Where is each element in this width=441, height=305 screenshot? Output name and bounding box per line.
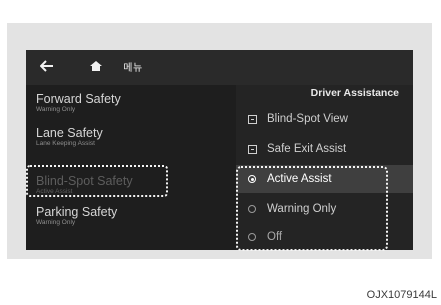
menu-item-lane-safety[interactable]: Lane Safety Lane Keeping Assist (36, 126, 221, 148)
option-blind-spot-view[interactable]: Blind-Spot View (236, 105, 413, 133)
menu-button[interactable]: 메뉴 (120, 56, 146, 76)
assist-options-callout (236, 166, 388, 251)
checkbox-icon (247, 144, 257, 154)
menu-item-subtitle: Lane Keeping Assist (36, 140, 95, 147)
home-button[interactable] (83, 56, 109, 76)
menu-item-forward-safety[interactable]: Forward Safety Warning Only (36, 92, 221, 114)
home-icon (90, 61, 102, 71)
menu-item-parking-safety[interactable]: Parking Safety Warning Only (36, 205, 221, 227)
option-label: Blind-Spot View (267, 113, 348, 125)
checkbox-icon (247, 114, 257, 124)
figure-caption: OJX1079144L (366, 289, 437, 301)
blind-spot-safety-callout (26, 165, 168, 197)
top-bar: 메뉴 (26, 50, 413, 85)
menu-item-title: Lane Safety (36, 126, 103, 140)
menu-item-subtitle: Warning Only (36, 106, 76, 113)
arrow-left-icon (40, 60, 53, 72)
menu-item-subtitle: Warning Only (36, 219, 76, 226)
panel-title: Driver Assistance (236, 87, 413, 103)
menu-label: 메뉴 (123, 62, 143, 74)
menu-item-title: Forward Safety (36, 92, 121, 106)
back-button[interactable] (34, 56, 60, 76)
option-label: Safe Exit Assist (267, 143, 347, 155)
panel-title-text: Driver Assistance (310, 87, 399, 99)
option-safe-exit-assist[interactable]: Safe Exit Assist (236, 135, 413, 163)
menu-item-title: Parking Safety (36, 205, 118, 219)
